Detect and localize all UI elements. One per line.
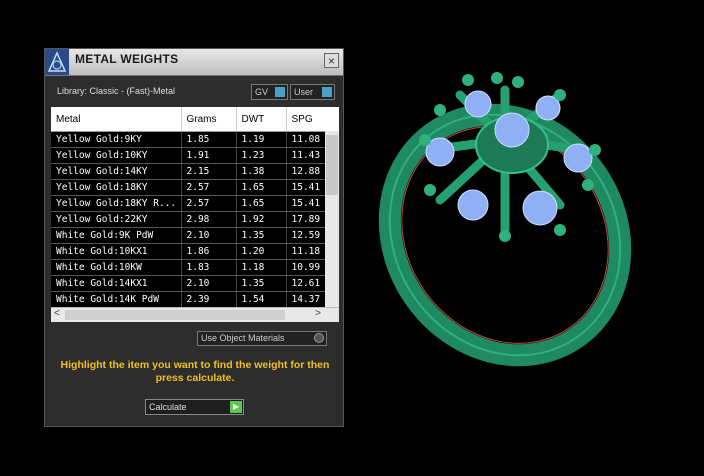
vertical-scrollbar[interactable]: ∨ — [325, 131, 339, 316]
table-row[interactable]: Yellow Gold:14KY 2.15 1.38 12.88 — [51, 163, 339, 180]
cell-dwt: 1.19 — [236, 131, 287, 148]
cell-grams: 2.98 — [181, 211, 237, 228]
cell-metal: White Gold:9K PdW — [51, 227, 182, 244]
cell-dwt: 1.65 — [236, 179, 287, 196]
cell-metal: White Gold:14KX1 — [51, 275, 182, 292]
cell-grams: 2.10 — [181, 275, 237, 292]
table-row[interactable]: Yellow Gold:9KY 1.85 1.19 11.08 — [51, 131, 339, 148]
cell-dwt: 1.54 — [236, 291, 287, 308]
cell-dwt: 1.35 — [236, 275, 287, 292]
close-button[interactable]: × — [324, 53, 339, 68]
column-header-spg[interactable]: SPG — [286, 107, 339, 132]
cell-metal: Yellow Gold:18KY — [51, 179, 182, 196]
ring-model — [378, 72, 632, 367]
cell-grams: 2.10 — [181, 227, 237, 244]
scroll-left-icon[interactable]: < — [54, 308, 60, 319]
table-row[interactable]: White Gold:14KX1 2.10 1.35 12.61 — [51, 275, 339, 292]
cell-dwt: 1.35 — [236, 227, 287, 244]
table-header-row: Metal Grams DWT SPG — [51, 107, 339, 132]
calculate-button[interactable]: Calculate ▶ — [145, 399, 244, 415]
table-row[interactable]: White Gold:9K PdW 2.10 1.35 12.59 — [51, 227, 339, 244]
gv-toggle[interactable]: GV — [251, 84, 288, 100]
cell-dwt: 1.20 — [236, 243, 287, 260]
cell-metal: Yellow Gold:9KY — [51, 131, 182, 148]
cell-dwt: 1.18 — [236, 259, 287, 276]
table-row[interactable]: White Gold:10KW 1.83 1.18 10.99 — [51, 259, 339, 276]
cell-grams: 1.91 — [181, 147, 237, 164]
table-row[interactable]: Yellow Gold:18KY 2.57 1.65 15.41 — [51, 179, 339, 196]
column-header-metal[interactable]: Metal — [51, 107, 182, 132]
use-object-materials-toggle[interactable]: Use Object Materials — [197, 331, 327, 346]
metal-table: Metal Grams DWT SPG Yellow Gold:9KY 1.85 1… — [51, 107, 339, 322]
scroll-right-icon[interactable]: > — [315, 308, 321, 319]
horizontal-scroll-thumb[interactable] — [65, 310, 285, 320]
cell-dwt: 1.92 — [236, 211, 287, 228]
cell-metal: White Gold:14K PdW — [51, 291, 182, 308]
panel-title: METAL WEIGHTS — [75, 52, 179, 66]
radio-indicator-icon — [314, 333, 324, 343]
table-row[interactable]: Yellow Gold:22KY 2.98 1.92 17.89 — [51, 211, 339, 228]
cell-metal: Yellow Gold:18KY R... — [51, 195, 182, 212]
horizontal-scrollbar[interactable]: < > — [51, 307, 339, 322]
instruction-text: Highlight the item you want to find the … — [60, 359, 330, 384]
calculate-label: Calculate — [149, 402, 187, 412]
column-header-dwt[interactable]: DWT — [236, 107, 287, 132]
user-toggle[interactable]: User — [290, 84, 335, 100]
cell-dwt: 1.38 — [236, 163, 287, 180]
column-header-grams[interactable]: Grams — [181, 107, 237, 132]
cell-metal: White Gold:10KX1 — [51, 243, 182, 260]
table-row[interactable]: Yellow Gold:18KY R... 2.57 1.65 15.41 — [51, 195, 339, 212]
gv-label: GV — [255, 87, 269, 97]
table-row[interactable]: White Gold:10KX1 1.86 1.20 11.18 — [51, 243, 339, 260]
cell-grams: 1.85 — [181, 131, 237, 148]
use-object-materials-label: Use Object Materials — [201, 333, 285, 343]
cell-grams: 2.15 — [181, 163, 237, 180]
app-logo-icon — [45, 49, 69, 75]
cell-grams: 1.86 — [181, 243, 237, 260]
cell-grams: 2.57 — [181, 195, 237, 212]
cell-dwt: 1.65 — [236, 195, 287, 212]
vertical-scroll-thumb[interactable] — [326, 135, 338, 195]
cell-metal: Yellow Gold:10KY — [51, 147, 182, 164]
library-label: Library: Classic - (Fast)-Metal — [57, 86, 176, 96]
cell-metal: Yellow Gold:22KY — [51, 211, 182, 228]
cell-grams: 1.83 — [181, 259, 237, 276]
panel-titlebar[interactable]: METAL WEIGHTS × — [45, 49, 343, 76]
cell-grams: 2.39 — [181, 291, 237, 308]
user-label: User — [294, 87, 314, 97]
cell-grams: 2.57 — [181, 179, 237, 196]
cell-dwt: 1.23 — [236, 147, 287, 164]
toggle-indicator-icon — [322, 87, 332, 97]
toggle-indicator-icon — [275, 87, 285, 97]
play-arrow-icon: ▶ — [230, 401, 242, 413]
table-row[interactable]: White Gold:14K PdW 2.39 1.54 14.37 — [51, 291, 339, 308]
table-row[interactable]: Yellow Gold:10KY 1.91 1.23 11.43 — [51, 147, 339, 164]
metal-weights-panel: METAL WEIGHTS × Library: Classic - (Fast… — [44, 48, 344, 427]
cell-metal: Yellow Gold:14KY — [51, 163, 182, 180]
cell-metal: White Gold:10KW — [51, 259, 182, 276]
